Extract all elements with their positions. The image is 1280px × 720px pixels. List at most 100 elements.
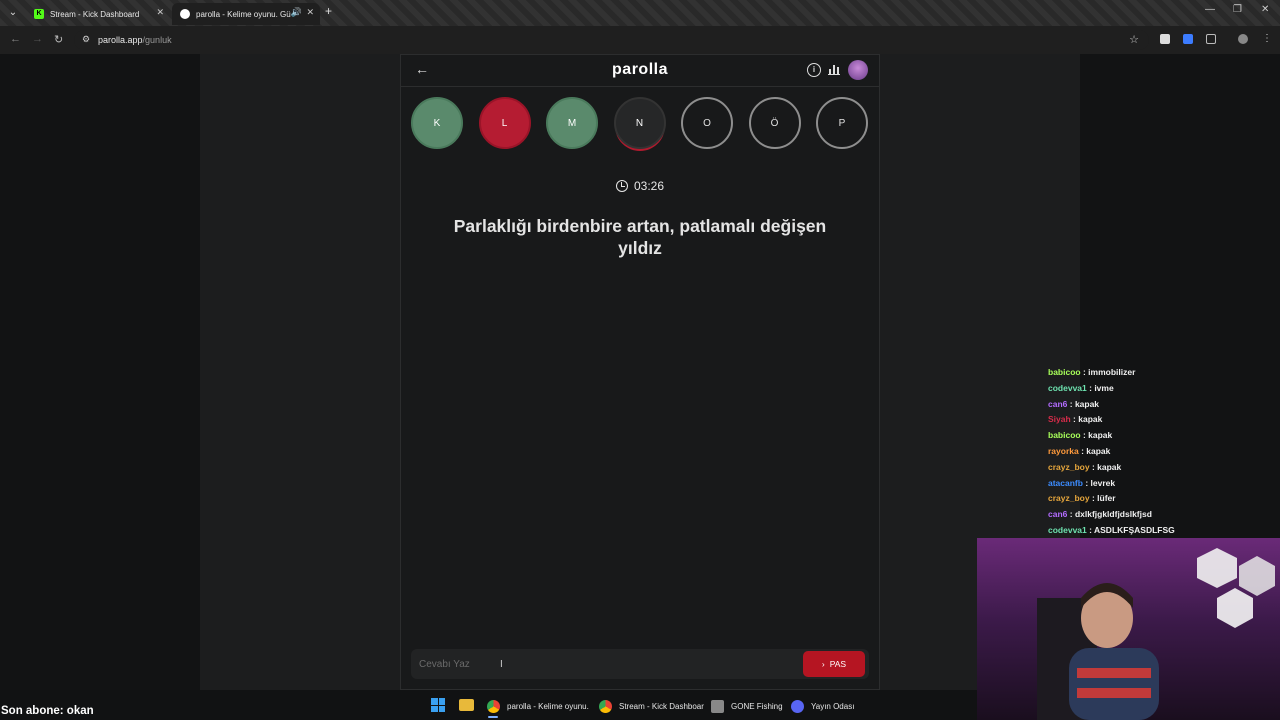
chrome-icon <box>599 699 612 713</box>
left-gutter <box>200 54 400 690</box>
chat-message: atacanfb : levrek <box>1048 477 1278 493</box>
chat-message: crayz_boy : kapak <box>1048 461 1278 477</box>
chat-separator: : <box>1067 398 1075 409</box>
bookmark-star-icon[interactable]: ☆ <box>1129 33 1139 46</box>
parolla-app: ← parolla i K L M N O Ö P 03:26 Parlaklı… <box>400 54 880 690</box>
chat-message: crayz_boy : lüfer <box>1048 492 1278 508</box>
taskbar-label: Yayın Odası <box>811 701 855 711</box>
parolla-favicon-icon <box>180 9 190 19</box>
audio-playing-icon[interactable]: 🔊 <box>291 7 302 18</box>
chat-username: rayorka <box>1048 445 1079 456</box>
stream-chat-overlay: babicoo : immobilizer codevva1 : ivme can6… <box>1048 366 1278 540</box>
webcam-feed <box>977 538 1280 720</box>
chat-text: kapak <box>1086 445 1111 456</box>
taskbar-item-parolla[interactable]: parolla - Kelime oyunu. <box>487 696 589 716</box>
taskbar-label: GONE Fishing <box>731 701 783 711</box>
url-text: parolla.app/gunluk <box>98 35 172 45</box>
browser-menu-icon[interactable]: ⋮ <box>1262 34 1272 44</box>
letter-label: L <box>501 117 508 129</box>
close-tab-icon[interactable]: ✕ <box>306 7 314 18</box>
taskbar-item-kick[interactable]: Stream - Kick Dashboar <box>599 696 704 716</box>
chat-username: Siyah <box>1048 414 1071 425</box>
letter-k: K <box>411 97 463 149</box>
chat-separator: : <box>1067 509 1075 520</box>
extensions-puzzle-icon[interactable] <box>1206 34 1216 44</box>
chat-text: ASDLKFŞASDLFSG <box>1094 524 1175 535</box>
taskbar-item-gone-fishing[interactable]: GONE Fishing <box>711 696 783 716</box>
chat-text: levrek <box>1090 477 1116 488</box>
chat-message: can6 : dxlkfjgkldfjdslkfjsd <box>1048 508 1278 524</box>
url-host: parolla.app <box>98 35 143 45</box>
app-header: ← parolla i <box>401 55 879 87</box>
discord-icon <box>791 699 804 713</box>
tab-parolla[interactable]: parolla - Kelime oyunu. Gü 🔊 ✕ <box>172 3 320 25</box>
tab-title: Stream - Kick Dashboard <box>50 9 140 19</box>
chat-message: babicoo : immobilizer <box>1048 366 1278 382</box>
letter-label: K <box>433 117 441 129</box>
last-subscriber-label: Son abone: okan <box>1 705 94 717</box>
tab-title: parolla - Kelime oyunu. Gü <box>196 9 291 19</box>
close-window-icon[interactable]: ✕ <box>1261 4 1269 15</box>
chat-text: immobilizer <box>1088 367 1136 377</box>
address-bar-row: ← → ↻ ⚙ parolla.app/gunluk ☆ ⋮ <box>0 26 1280 54</box>
answer-bar: I › PAS <box>411 649 869 679</box>
taskbar-item-discord[interactable]: Yayın Odası <box>791 696 854 716</box>
chat-username: codevva1 <box>1048 382 1087 393</box>
chrome-icon <box>487 699 500 713</box>
extension-icon[interactable] <box>1160 34 1170 44</box>
tab-kick-dashboard[interactable]: K Stream - Kick Dashboard ✕ <box>26 3 170 25</box>
chat-text: ivme <box>1094 382 1114 393</box>
active-indicator <box>488 716 498 718</box>
chat-username: crayz_boy <box>1048 461 1090 472</box>
chat-text: kapak <box>1078 414 1103 425</box>
chat-username: babicoo <box>1048 430 1081 441</box>
stats-chart-icon[interactable] <box>827 63 841 77</box>
letter-label: M <box>567 117 577 129</box>
chat-username: can6 <box>1048 509 1068 520</box>
answer-input[interactable] <box>419 649 799 679</box>
letter-o-umlaut: Ö <box>748 97 801 149</box>
letter-n: N <box>613 97 666 149</box>
minimize-icon[interactable]: — <box>1205 4 1215 15</box>
pas-button[interactable]: › PAS <box>803 651 865 677</box>
browser-tab-bar: ⌄ K Stream - Kick Dashboard ✕ parolla - … <box>0 0 1280 26</box>
back-nav-icon[interactable]: ← <box>10 33 21 45</box>
chevron-right-icon: › <box>821 659 825 669</box>
url-field[interactable]: ⚙ parolla.app/gunluk ☆ <box>74 30 1149 50</box>
reload-icon[interactable]: ↻ <box>54 33 63 46</box>
chat-separator: : <box>1086 524 1094 535</box>
chat-message: rayorka : kapak <box>1048 445 1278 461</box>
letter-m: M <box>546 97 598 149</box>
chat-username: babicoo <box>1048 367 1081 377</box>
letter-label: O <box>703 117 711 129</box>
countdown-timer: 03:26 <box>401 179 879 193</box>
game-icon <box>711 699 724 713</box>
tab-search-chevron-icon[interactable]: ⌄ <box>4 4 22 22</box>
taskbar-label: parolla - Kelime oyunu. <box>507 701 589 711</box>
letter-o: O <box>681 97 733 149</box>
user-avatar[interactable] <box>848 60 868 80</box>
chat-username: codevva1 <box>1048 524 1087 535</box>
windows-start-icon[interactable] <box>431 698 445 712</box>
close-tab-icon[interactable]: ✕ <box>156 7 164 18</box>
new-tab-plus-icon[interactable]: + <box>325 4 332 18</box>
chat-username: can6 <box>1048 398 1068 409</box>
url-path: /gunluk <box>142 35 172 45</box>
info-icon[interactable]: i <box>807 63 821 77</box>
timer-value: 03:26 <box>633 179 665 193</box>
profile-avatar-icon[interactable] <box>1238 34 1248 44</box>
text-cursor-icon: I <box>500 659 503 670</box>
forward-nav-icon[interactable]: → <box>32 33 43 45</box>
restore-icon[interactable]: ❐ <box>1233 4 1242 15</box>
extension-icon[interactable] <box>1183 34 1193 44</box>
site-info-icon[interactable]: ⚙ <box>82 34 90 45</box>
chat-username: atacanfb <box>1048 477 1083 488</box>
file-explorer-icon[interactable] <box>459 699 474 711</box>
chat-text: kapak <box>1097 461 1122 472</box>
letter-label: Ö <box>770 117 779 129</box>
letter-label: N <box>635 117 644 129</box>
question-text: Parlaklığı birdenbire artan, patlamalı d… <box>453 216 827 258</box>
letter-l: L <box>478 97 531 149</box>
clock-icon <box>615 180 628 192</box>
chat-text: kapak <box>1088 430 1113 441</box>
